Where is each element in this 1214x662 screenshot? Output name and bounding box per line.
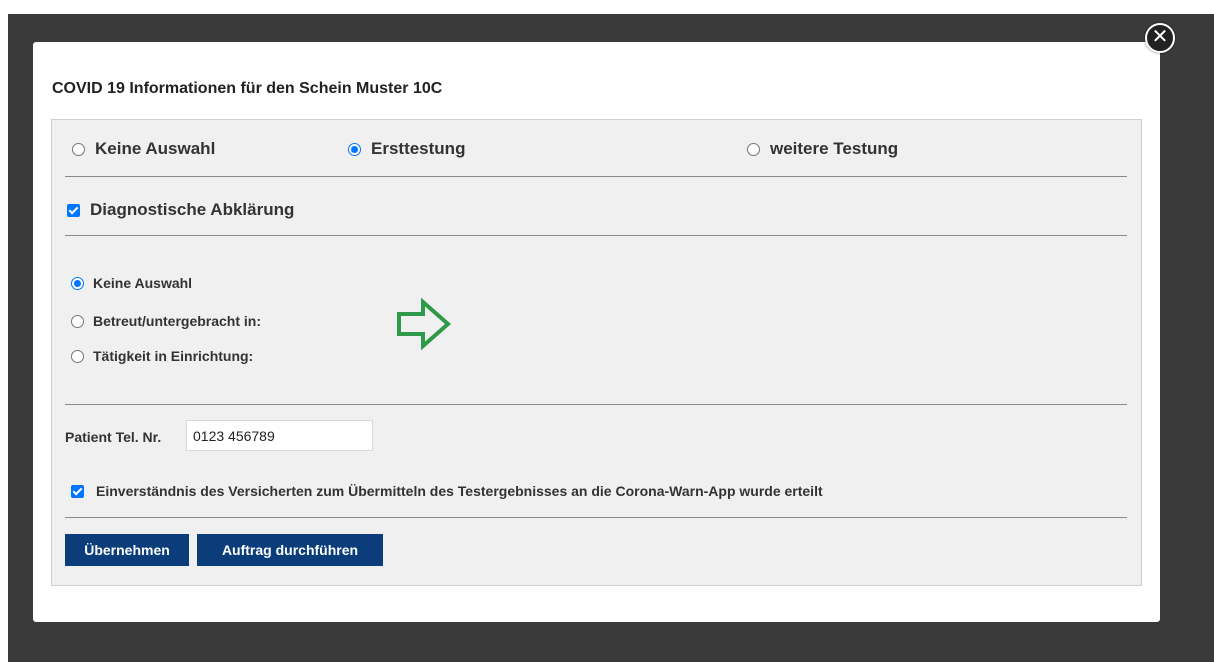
- diagnostic-label: Diagnostische Abklärung: [90, 200, 295, 219]
- diagnostic-checkbox-row[interactable]: Diagnostische Abklärung: [67, 200, 294, 220]
- divider: [65, 517, 1127, 518]
- radio-test-none[interactable]: Keine Auswahl: [72, 139, 215, 159]
- radio-button[interactable]: [747, 142, 760, 156]
- radio-label: Keine Auswahl: [93, 275, 193, 291]
- execute-order-button[interactable]: Auftrag durchführen: [197, 534, 383, 566]
- radio-label: Betreut/untergebracht in:: [93, 313, 262, 329]
- patient-tel-label: Patient Tel. Nr.: [65, 429, 162, 445]
- close-icon[interactable]: ✕: [1145, 23, 1175, 53]
- divider: [65, 235, 1127, 236]
- radio-label: Ersttestung: [371, 139, 466, 158]
- diagnostic-checkbox[interactable]: [67, 203, 80, 217]
- radio-button[interactable]: [348, 142, 361, 156]
- radio-facility-none[interactable]: Keine Auswahl: [71, 275, 192, 291]
- radio-facility-cared[interactable]: Betreut/untergebracht in:: [71, 313, 261, 329]
- apply-button[interactable]: Übernehmen: [65, 534, 189, 566]
- divider: [65, 176, 1127, 177]
- consent-label: Einverständnis des Versicherten zum Über…: [96, 483, 823, 499]
- radio-label: Keine Auswahl: [95, 139, 216, 158]
- dialog-title: COVID 19 Informationen für den Schein Mu…: [52, 80, 443, 97]
- radio-button[interactable]: [72, 142, 85, 156]
- radio-label: Tätigkeit in Einrichtung:: [93, 348, 254, 364]
- radio-button[interactable]: [71, 276, 84, 290]
- radio-facility-work[interactable]: Tätigkeit in Einrichtung:: [71, 348, 253, 364]
- radio-label: weitere Testung: [770, 139, 899, 158]
- consent-checkbox[interactable]: [71, 484, 84, 498]
- radio-button[interactable]: [71, 349, 84, 363]
- radio-test-first[interactable]: Ersttestung: [348, 139, 465, 159]
- divider: [65, 404, 1127, 405]
- covid-info-dialog: COVID 19 Informationen für den Schein Mu…: [33, 42, 1160, 622]
- form-panel: Keine Auswahl Ersttestung weitere Testun…: [51, 119, 1142, 586]
- patient-tel-input[interactable]: [186, 420, 373, 451]
- consent-checkbox-row[interactable]: Einverständnis des Versicherten zum Über…: [71, 483, 823, 499]
- radio-test-further[interactable]: weitere Testung: [747, 139, 898, 159]
- radio-button[interactable]: [71, 314, 84, 328]
- right-arrow-icon: [397, 298, 452, 350]
